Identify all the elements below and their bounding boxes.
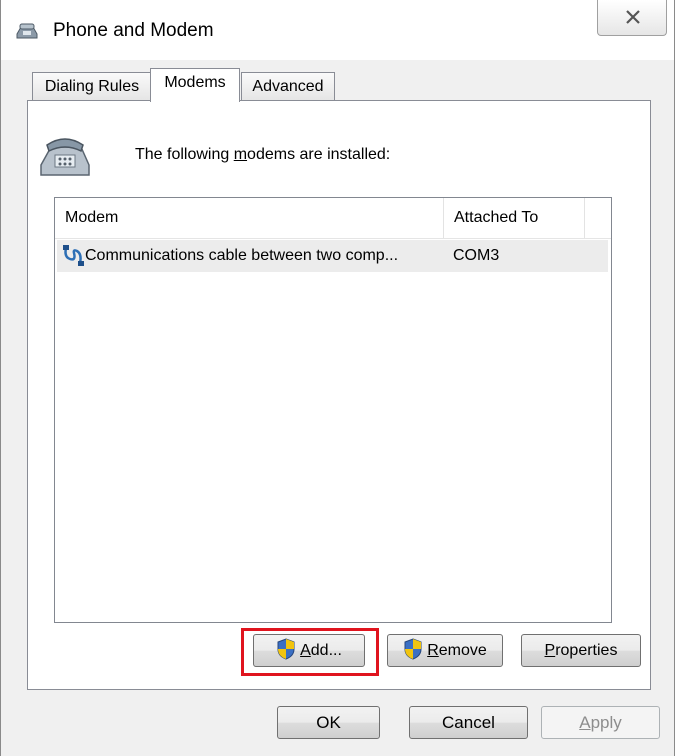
- list-header: Modem Attached To: [55, 198, 611, 239]
- column-header-attached-to[interactable]: Attached To: [444, 198, 584, 238]
- properties-button[interactable]: Properties: [521, 634, 641, 667]
- apply-label: pply: [590, 713, 622, 732]
- modem-name: Communications cable between two comp...: [85, 247, 399, 264]
- add-button-highlight: [241, 628, 379, 676]
- intro-text-start: The following: [135, 146, 234, 163]
- phone-modem-icon: [16, 23, 38, 39]
- close-button[interactable]: [597, 0, 667, 36]
- remove-label: emove: [438, 642, 487, 659]
- apply-button[interactable]: Apply: [541, 706, 660, 739]
- cancel-button[interactable]: Cancel: [409, 706, 528, 739]
- properties-accelerator: P: [544, 642, 556, 659]
- tab-dialing-rules[interactable]: Dialing Rules: [32, 72, 152, 102]
- window-title: Phone and Modem: [53, 20, 214, 41]
- tab-modems[interactable]: Modems: [150, 68, 240, 102]
- phone-and-modem-dialog: Phone and Modem Dialing Rules Modems Adv…: [0, 0, 675, 756]
- title-bar[interactable]: Phone and Modem: [1, 0, 674, 60]
- remove-accelerator: R: [427, 642, 439, 659]
- tab-advanced[interactable]: Advanced: [241, 72, 335, 102]
- modem-port: COM3: [453, 247, 500, 264]
- column-divider[interactable]: [584, 198, 585, 238]
- telephone-icon: [40, 138, 90, 176]
- uac-shield-icon: [404, 638, 422, 660]
- installed-modems-label: The following modems are installed:: [135, 146, 390, 164]
- close-icon: [626, 10, 640, 24]
- apply-accelerator: A: [579, 713, 591, 732]
- ok-button[interactable]: OK: [277, 706, 380, 739]
- column-header-modem[interactable]: Modem: [55, 198, 433, 238]
- intro-text-end: odems are installed:: [247, 146, 391, 163]
- modems-tab-panel: The following modems are installed: Mode…: [27, 100, 651, 690]
- modem-list[interactable]: Modem Attached To Communications cable b…: [54, 197, 612, 623]
- intro-accelerator: m: [233, 146, 248, 163]
- properties-label: roperties: [555, 642, 618, 659]
- remove-button[interactable]: Remove: [387, 634, 503, 667]
- table-row[interactable]: Communications cable between two comp...…: [57, 240, 608, 272]
